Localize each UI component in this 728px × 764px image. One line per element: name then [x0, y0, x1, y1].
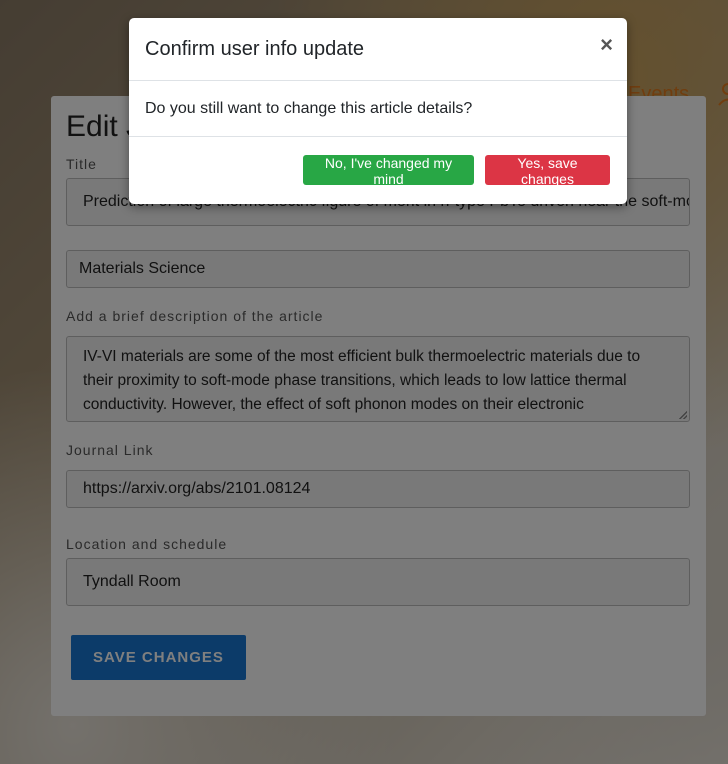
confirm-save-button[interactable]: Yes, save changes	[485, 155, 610, 187]
cancel-button[interactable]: No, I've changed my mind	[303, 155, 474, 187]
close-icon[interactable]: ×	[600, 34, 613, 56]
confirm-modal: Confirm user info update × Do you still …	[129, 18, 627, 204]
modal-header: Confirm user info update ×	[129, 18, 627, 81]
modal-footer: No, I've changed my mind Yes, save chang…	[129, 136, 627, 205]
modal-title: Confirm user info update	[145, 38, 365, 60]
modal-body-text: Do you still want to change this article…	[145, 100, 473, 117]
